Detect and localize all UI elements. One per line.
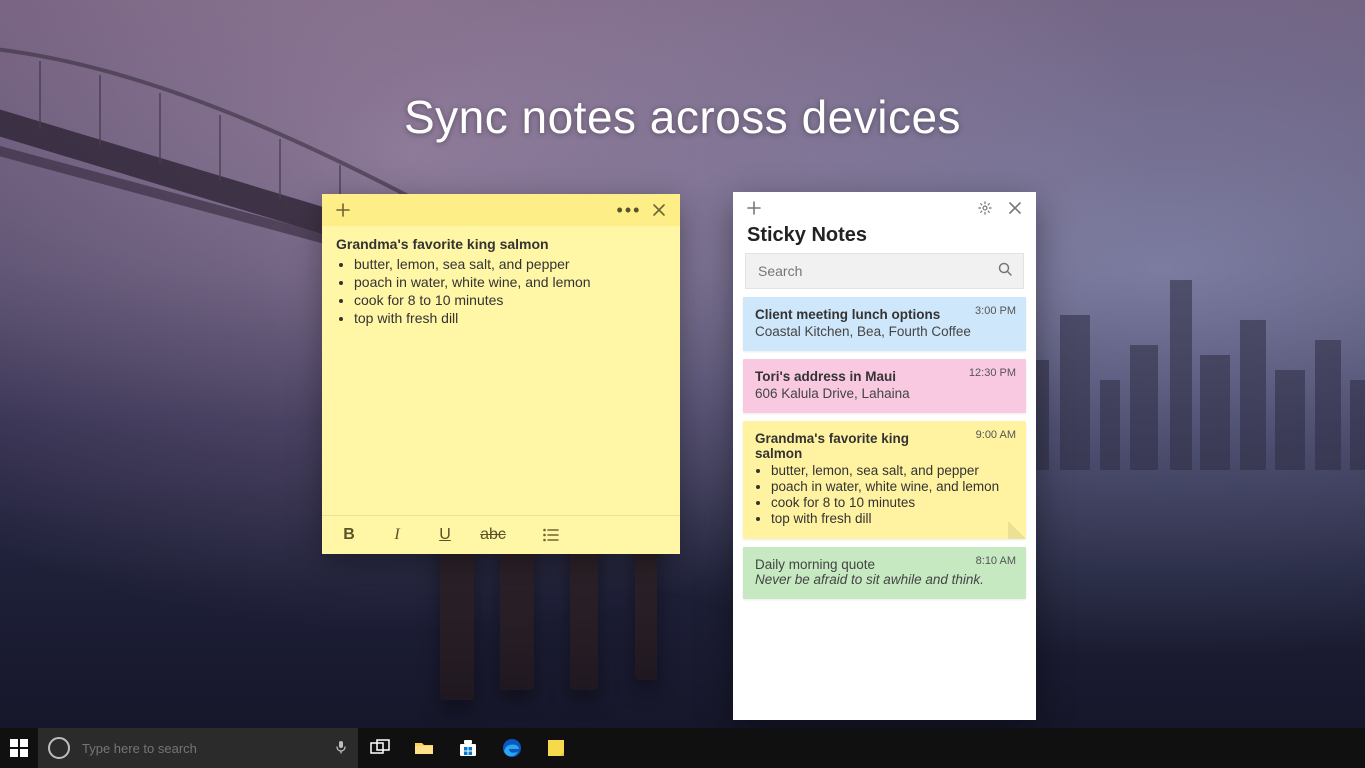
note-body[interactable]: Grandma's favorite king salmon butter, l…	[322, 226, 680, 515]
note-card-pink[interactable]: 12:30 PM Tori's address in Maui 606 Kalu…	[743, 359, 1026, 413]
note-time: 12:30 PM	[969, 367, 1016, 379]
search-input[interactable]	[756, 262, 997, 280]
start-button[interactable]	[0, 728, 38, 768]
window-title: Sticky Notes	[733, 224, 1036, 253]
note-card-bullet: butter, lemon, sea salt, and pepper	[771, 463, 1014, 478]
note-bullet: poach in water, white wine, and lemon	[354, 274, 666, 290]
edge-icon[interactable]	[490, 728, 534, 768]
note-card-bullets: butter, lemon, sea salt, and pepper poac…	[771, 463, 1014, 526]
more-icon[interactable]: •••	[614, 196, 644, 224]
mic-icon[interactable]	[334, 740, 348, 757]
note-bullet: top with fresh dill	[354, 310, 666, 326]
note-card-quote: Never be afraid to sit awhile and think.	[755, 572, 1014, 587]
note-card-sub: Coastal Kitchen, Bea, Fourth Coffee	[755, 324, 1014, 339]
search-icon[interactable]	[997, 261, 1013, 282]
note-time: 9:00 AM	[976, 429, 1016, 441]
note-card-yellow[interactable]: 9:00 AM Grandma's favorite king salmon b…	[743, 421, 1026, 539]
add-note-button[interactable]	[328, 196, 358, 224]
store-icon[interactable]	[446, 728, 490, 768]
taskbar	[0, 728, 1365, 768]
note-card-bullet: top with fresh dill	[771, 511, 1014, 526]
note-card-green[interactable]: 8:10 AM Daily morning quote Never be afr…	[743, 547, 1026, 599]
search-box[interactable]	[745, 253, 1024, 289]
file-explorer-icon[interactable]	[402, 728, 446, 768]
close-icon[interactable]	[1000, 194, 1030, 222]
notes-list: 3:00 PM Client meeting lunch options Coa…	[733, 297, 1036, 599]
note-card-blue[interactable]: 3:00 PM Client meeting lunch options Coa…	[743, 297, 1026, 351]
sticky-note-editor: ••• Grandma's favorite king salmon butte…	[322, 194, 680, 554]
sticky-notes-window: Sticky Notes 3:00 PM Client meeting lunc…	[733, 192, 1036, 720]
note-card-bullet: cook for 8 to 10 minutes	[771, 495, 1014, 510]
note-title: Grandma's favorite king salmon	[336, 236, 666, 252]
italic-button[interactable]: I	[382, 521, 412, 549]
note-time: 3:00 PM	[975, 305, 1016, 317]
cortana-icon[interactable]	[48, 737, 70, 759]
underline-button[interactable]: U	[430, 521, 460, 549]
bold-button[interactable]: B	[334, 521, 364, 549]
sticky-notes-taskbar-icon[interactable]	[534, 728, 578, 768]
close-icon[interactable]	[644, 196, 674, 224]
bullet-list-button[interactable]	[526, 521, 576, 549]
note-bullet-list: butter, lemon, sea salt, and pepper poac…	[354, 256, 666, 326]
add-note-button[interactable]	[739, 194, 769, 222]
taskbar-search[interactable]	[38, 728, 358, 768]
task-view-button[interactable]	[358, 728, 402, 768]
desktop: Sync notes across devices ••• Grandma's …	[0, 0, 1365, 768]
window-titlebar[interactable]	[733, 192, 1036, 224]
format-toolbar: B I U abc	[322, 515, 680, 554]
settings-icon[interactable]	[970, 194, 1000, 222]
note-titlebar[interactable]: •••	[322, 194, 680, 226]
note-bullet: butter, lemon, sea salt, and pepper	[354, 256, 666, 272]
note-card-bullet: poach in water, white wine, and lemon	[771, 479, 1014, 494]
note-card-sub: 606 Kalula Drive, Lahaina	[755, 386, 1014, 401]
note-fold-icon	[1008, 521, 1026, 539]
note-bullet: cook for 8 to 10 minutes	[354, 292, 666, 308]
strike-button[interactable]: abc	[478, 521, 508, 549]
taskbar-search-input[interactable]	[80, 740, 324, 757]
headline-text: Sync notes across devices	[0, 90, 1365, 144]
note-time: 8:10 AM	[976, 555, 1016, 567]
